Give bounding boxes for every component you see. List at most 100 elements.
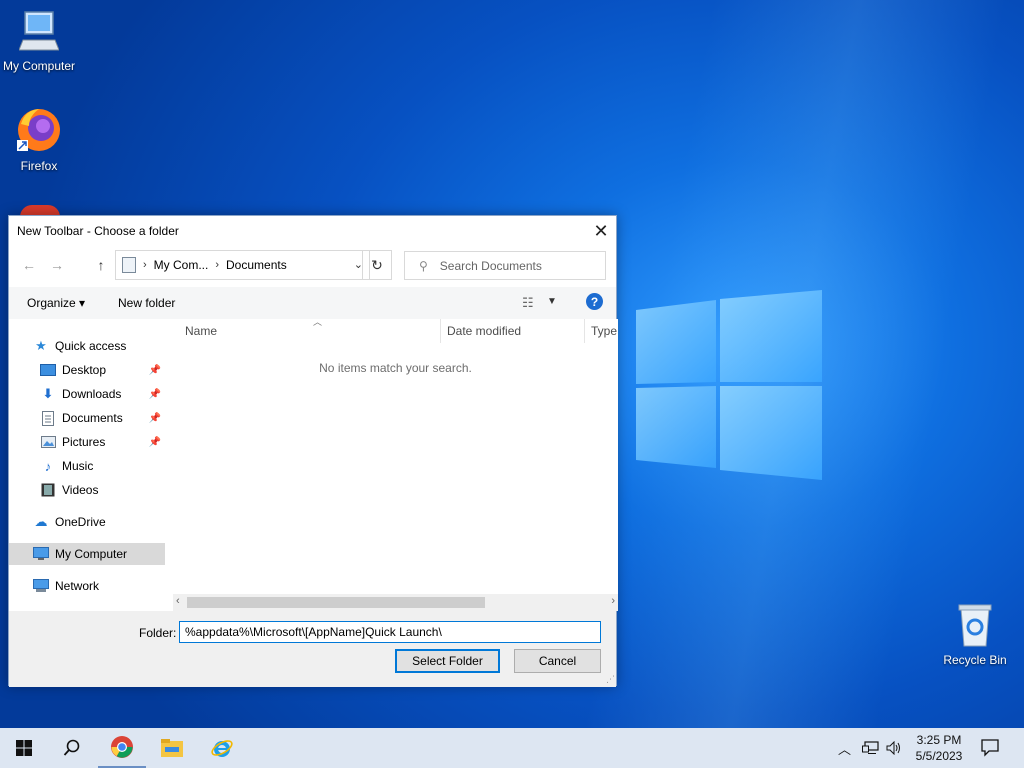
breadcrumb-documents[interactable]: Documents: [226, 258, 287, 272]
pin-icon[interactable]: 📌: [149, 413, 161, 424]
nav-item-label: Documents: [62, 411, 123, 425]
empty-message: No items match your search.: [319, 361, 472, 375]
nav-downloads[interactable]: ⬇ Downloads 📌: [9, 383, 165, 405]
column-divider[interactable]: [584, 319, 585, 343]
nav-item-label: Network: [55, 579, 100, 593]
nav-desktop[interactable]: Desktop 📌: [9, 359, 165, 381]
taskbar: ︿ 3:25 PM 5/5/2023: [0, 728, 1024, 768]
network-tray-button[interactable]: [862, 728, 880, 768]
navigation-row: ← → ↑ › My Com... › Documents ⌄ ↻ ⚲: [9, 249, 616, 281]
speaker-icon: [886, 741, 900, 755]
resize-grip-icon[interactable]: ⋰: [606, 674, 615, 685]
notification-center-button[interactable]: [980, 737, 1002, 759]
search-input[interactable]: [439, 258, 590, 273]
film-icon: [40, 482, 56, 498]
horizontal-scrollbar[interactable]: ‹ ›: [173, 594, 618, 611]
pin-icon[interactable]: 📌: [149, 389, 161, 400]
search-icon: [63, 739, 80, 756]
nav-onedrive[interactable]: ☁ OneDrive: [9, 511, 165, 533]
choose-folder-dialog: New Toolbar - Choose a folder ✕ ← → ↑ › …: [8, 215, 618, 687]
column-label: Name: [185, 324, 218, 338]
chevron-up-icon: ︿: [838, 741, 852, 757]
taskbar-chrome[interactable]: [98, 728, 146, 768]
firefox-icon: [17, 109, 60, 151]
notification-icon: [981, 739, 999, 757]
nav-my-computer[interactable]: My Computer: [9, 543, 165, 565]
chevron-down-icon[interactable]: ▼: [547, 296, 557, 307]
desktop-icon-firefox[interactable]: Firefox: [0, 106, 81, 173]
nav-item-label: OneDrive: [55, 515, 106, 529]
documents-location-icon: [122, 257, 136, 273]
dialog-footer: Folder: Select Folder Cancel ⋰: [9, 611, 616, 687]
computer-icon: [33, 546, 49, 562]
show-hidden-icons-button[interactable]: ︿: [838, 728, 851, 768]
column-header-name[interactable]: Name: [185, 319, 217, 343]
taskbar-internet-explorer[interactable]: [198, 728, 246, 768]
organize-button[interactable]: Organize ▾: [27, 296, 85, 310]
folder-input[interactable]: [179, 621, 601, 643]
desktop-icon-my-computer[interactable]: My Computer: [0, 10, 81, 73]
folder-icon: [161, 739, 183, 757]
refresh-button[interactable]: ↻: [362, 250, 392, 280]
column-divider[interactable]: [440, 319, 441, 343]
dialog-title-bar[interactable]: New Toolbar - Choose a folder ✕: [9, 216, 616, 246]
sort-ascending-icon: ︿: [313, 317, 323, 327]
search-icon: ⚲: [419, 258, 428, 273]
chevron-right-icon: ›: [143, 259, 147, 271]
desktop-icon-label: Firefox: [20, 159, 58, 173]
desktop-icon: [40, 362, 56, 378]
view-options-icon[interactable]: ☷: [522, 295, 534, 311]
scroll-left-icon[interactable]: ‹: [176, 595, 180, 607]
clock[interactable]: 3:25 PM 5/5/2023: [906, 732, 972, 764]
scroll-right-icon[interactable]: ›: [611, 595, 615, 607]
close-button[interactable]: ✕: [586, 216, 616, 246]
scrollbar-thumb[interactable]: [187, 597, 485, 608]
desktop-icon-label: My Computer: [2, 59, 76, 73]
desktop-icon-recycle-bin[interactable]: Recycle Bin: [933, 602, 1017, 667]
nav-music[interactable]: ♪ Music: [9, 455, 165, 477]
taskbar-search-button[interactable]: [48, 728, 96, 768]
new-folder-button[interactable]: New folder: [118, 296, 175, 310]
nav-item-label: Pictures: [62, 435, 106, 449]
pin-icon[interactable]: 📌: [149, 437, 161, 448]
help-icon[interactable]: ?: [586, 293, 603, 310]
pin-icon[interactable]: 📌: [149, 365, 161, 376]
nav-pictures[interactable]: Pictures 📌: [9, 431, 165, 453]
folder-label: Folder:: [139, 626, 177, 640]
nav-documents[interactable]: Documents 📌: [9, 407, 165, 429]
dialog-title: New Toolbar - Choose a folder: [17, 224, 179, 238]
nav-quick-access[interactable]: ★ Quick access: [9, 335, 165, 357]
volume-tray-button[interactable]: [886, 728, 902, 768]
up-button[interactable]: ↑: [91, 255, 111, 275]
navigation-pane: ★ Quick access Desktop 📌 ⬇ Downloads 📌 D…: [9, 319, 165, 609]
clock-time: 3:25 PM: [916, 733, 962, 747]
nav-videos[interactable]: Videos: [9, 479, 165, 501]
chrome-icon: [111, 736, 133, 758]
cancel-button[interactable]: Cancel: [514, 649, 601, 673]
breadcrumb-my-computer[interactable]: My Com...: [154, 258, 209, 272]
recycle-bin-icon: [958, 604, 992, 647]
network-icon: [33, 578, 49, 594]
close-icon: ✕: [593, 220, 609, 241]
windows-logo-wallpaper: [636, 290, 822, 480]
start-button[interactable]: [0, 728, 48, 768]
network-icon: [862, 741, 879, 754]
clock-date: 5/5/2023: [915, 749, 963, 763]
file-list: ︿ Name Date modified Type No items match…: [173, 317, 618, 609]
arrow-up-icon: ↑: [97, 257, 105, 273]
nav-item-label: Quick access: [55, 339, 127, 353]
windows-start-icon: [16, 740, 32, 756]
chevron-right-icon: ›: [215, 259, 220, 271]
select-folder-button[interactable]: Select Folder: [395, 649, 500, 673]
column-label: Date modified: [447, 324, 522, 338]
forward-button[interactable]: →: [47, 255, 67, 275]
nav-network[interactable]: Network: [9, 575, 165, 597]
nav-item-label: Downloads: [62, 387, 122, 401]
arrow-right-icon: →: [50, 257, 64, 273]
column-header-date-modified[interactable]: Date modified: [447, 319, 521, 343]
back-button[interactable]: ←: [19, 255, 39, 275]
column-header-type[interactable]: Type: [591, 319, 617, 343]
taskbar-file-explorer[interactable]: [148, 728, 196, 768]
search-box[interactable]: ⚲: [404, 251, 606, 280]
address-bar[interactable]: › My Com... › Documents ⌄: [115, 250, 370, 280]
